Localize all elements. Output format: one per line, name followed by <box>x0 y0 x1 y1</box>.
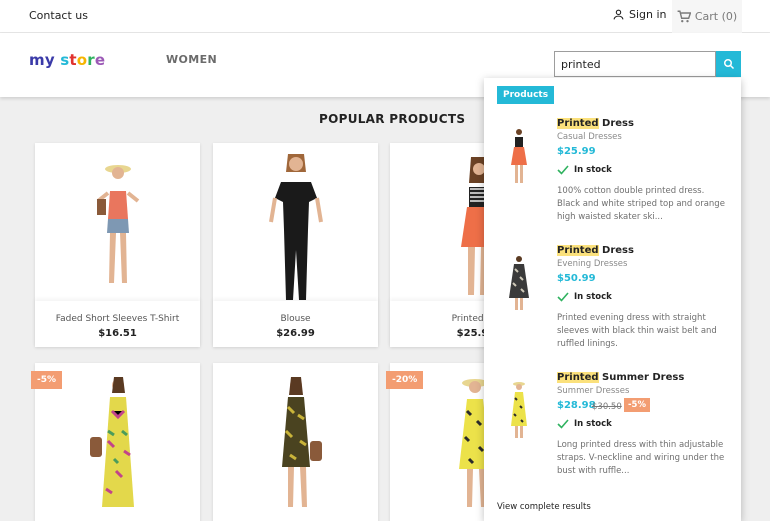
result-category: Summer Dresses <box>557 386 630 396</box>
logo-part-my: my <box>29 51 55 69</box>
result-title-rest: Dress <box>598 245 634 256</box>
search-input[interactable] <box>555 52 715 76</box>
result-category: Casual Dresses <box>557 132 622 142</box>
search-term-highlight: Printed <box>557 245 599 256</box>
products-tab[interactable]: Products <box>497 86 555 104</box>
logo-letter: r <box>87 51 95 69</box>
result-title-rest: Summer Dress <box>598 372 685 383</box>
result-description: Long printed dress with thin adjustable … <box>557 440 725 476</box>
contact-us-link[interactable]: Contact us <box>29 9 88 22</box>
product-price: $16.51 <box>98 328 137 339</box>
check-icon <box>557 165 569 175</box>
search-icon <box>723 59 734 70</box>
search-result-item[interactable]: Printed Summer Dress Summer Dresses $28.… <box>484 372 741 487</box>
stock-label: In stock <box>574 419 612 429</box>
result-price: $28.98 <box>557 400 596 411</box>
product-image[interactable] <box>213 363 378 521</box>
product-name[interactable]: Blouse <box>213 314 378 324</box>
result-description: 100% cotton double printed dress. Black … <box>557 186 725 222</box>
result-title[interactable]: Printed Summer Dress <box>557 372 684 383</box>
product-thumbnail[interactable] <box>506 380 532 440</box>
result-discount-badge: -5% <box>624 398 650 412</box>
store-logo[interactable]: my store <box>29 51 105 69</box>
product-thumbnail[interactable] <box>506 253 532 313</box>
result-title[interactable]: Printed Dress <box>557 118 634 129</box>
search-term-highlight: Printed <box>557 372 599 383</box>
search-field[interactable] <box>554 51 716 77</box>
product-price: $26.99 <box>276 328 315 339</box>
stock-label: In stock <box>574 165 612 175</box>
stock-status: In stock <box>557 419 612 429</box>
result-description: Printed evening dress with straight slee… <box>557 313 717 349</box>
product-info: Blouse $26.99 <box>213 301 378 347</box>
product-thumbnail[interactable] <box>506 126 532 186</box>
search-result-item[interactable]: Printed Dress Casual Dresses $25.99 In s… <box>484 118 741 233</box>
popular-products-heading: POPULAR PRODUCTS <box>319 112 466 126</box>
result-price: $25.99 <box>557 146 596 157</box>
stock-status: In stock <box>557 165 612 175</box>
logo-letter: o <box>76 51 88 69</box>
stock-status: In stock <box>557 292 612 302</box>
product-card[interactable] <box>213 363 378 521</box>
cart-link[interactable]: Cart (0) <box>672 0 742 33</box>
result-title[interactable]: Printed Dress <box>557 245 634 256</box>
stock-label: In stock <box>574 292 612 302</box>
view-complete-results-link[interactable]: View complete results <box>497 502 591 512</box>
product-name[interactable]: Faded Short Sleeves T-Shirt <box>35 314 200 324</box>
check-icon <box>557 292 569 302</box>
search-autocomplete-dropdown: Products Printed Dress Casual Dresses $2… <box>484 78 741 521</box>
result-price: $50.99 <box>557 273 596 284</box>
result-old-price: $30.50 <box>592 402 622 412</box>
user-icon <box>613 9 624 20</box>
check-icon <box>557 419 569 429</box>
sign-in-link[interactable]: Sign in <box>612 8 667 21</box>
sign-in-label: Sign in <box>629 8 667 21</box>
product-card[interactable]: Blouse $26.99 <box>213 143 378 347</box>
cart-icon <box>677 10 691 23</box>
product-image[interactable] <box>35 143 200 301</box>
result-title-rest: Dress <box>598 118 634 129</box>
product-image[interactable] <box>213 143 378 301</box>
top-nav-bar: Contact us Sign in Cart (0) <box>0 0 770 33</box>
product-info: Faded Short Sleeves T-Shirt $16.51 <box>35 301 200 347</box>
discount-badge: -20% <box>386 371 424 389</box>
logo-letter: e <box>94 51 106 69</box>
search-term-highlight: Printed <box>557 118 599 129</box>
product-card[interactable]: Faded Short Sleeves T-Shirt $16.51 <box>35 143 200 347</box>
search-result-item[interactable]: Printed Dress Evening Dresses $50.99 In … <box>484 245 741 360</box>
search-button[interactable] <box>716 51 741 77</box>
result-category: Evening Dresses <box>557 259 628 269</box>
product-card[interactable]: -5% <box>31 363 200 521</box>
nav-item-women[interactable]: WOMEN <box>166 53 217 66</box>
logo-letter: t <box>69 51 77 69</box>
cart-label: Cart (0) <box>694 10 738 23</box>
discount-badge: -5% <box>31 371 63 389</box>
